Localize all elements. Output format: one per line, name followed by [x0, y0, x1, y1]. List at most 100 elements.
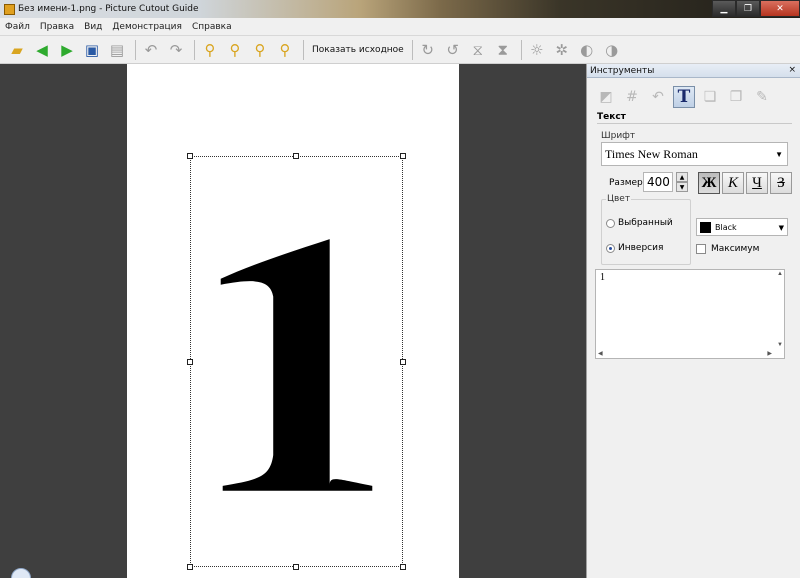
font-family-value: Times New Roman: [605, 146, 698, 161]
toolbar-separator: [520, 39, 522, 60]
paste-tool-icon[interactable]: ❐: [725, 86, 747, 108]
text-tool-icon[interactable]: T: [673, 86, 695, 108]
scroll-left-icon[interactable]: ◀: [598, 350, 603, 357]
size-input[interactable]: 400: [643, 172, 673, 192]
maximum-label: Максимум: [711, 244, 760, 254]
zoom-in-icon[interactable]: ⚲: [199, 39, 221, 61]
title-bar: Без имени-1.png - Picture Cutout Guide ▁…: [0, 0, 800, 18]
color-select[interactable]: Black ▼: [696, 218, 788, 236]
toolbar-separator: [303, 39, 304, 60]
brightness-icon[interactable]: ☼: [526, 39, 548, 61]
resize-handle-n[interactable]: [293, 153, 299, 159]
resize-handle-se[interactable]: [400, 564, 406, 570]
maximum-checkbox[interactable]: [696, 244, 706, 254]
text-selection-box[interactable]: [187, 153, 406, 570]
image-canvas[interactable]: [0, 64, 586, 578]
radio-inverse[interactable]: [606, 243, 615, 253]
underline-button[interactable]: Ч: [746, 172, 768, 194]
toolbar-separator: [411, 39, 413, 60]
menu-view[interactable]: Вид: [79, 22, 107, 32]
save-icon[interactable]: ▣: [81, 39, 103, 61]
text-content-input[interactable]: 1 ▲ ▼ ◀ ▶: [595, 269, 785, 359]
restore-button[interactable]: ❐: [736, 0, 760, 17]
color-group: Цвет Выбранный Инверсия: [601, 194, 691, 265]
horizontal-scrollbar[interactable]: ◀ ▶: [596, 350, 784, 358]
panel-header: Инструменты ×: [587, 64, 800, 78]
saturation-icon[interactable]: ◑: [601, 39, 623, 61]
rotate-ccw-icon[interactable]: ↺: [442, 39, 464, 61]
zoom-fit-icon[interactable]: ⚲: [249, 39, 271, 61]
undo-icon[interactable]: ↶: [140, 39, 162, 61]
section-title: Текст: [597, 112, 792, 124]
navigator-icon[interactable]: [11, 568, 31, 578]
zoom-actual-icon[interactable]: ⚲: [274, 39, 296, 61]
scroll-down-icon[interactable]: ▼: [777, 342, 783, 348]
bold-button[interactable]: Ж: [698, 172, 720, 194]
menu-file[interactable]: Файл: [0, 22, 35, 32]
tools-panel: Инструменты × ◩ # ↶ T ❏ ❐ ✎ Текст Шрифт …: [586, 64, 800, 578]
spin-up-icon[interactable]: ▲: [676, 172, 688, 182]
print-icon[interactable]: ▤: [106, 39, 128, 61]
forward-arrow-icon[interactable]: ▶: [56, 39, 78, 61]
chevron-down-icon: ▼: [775, 150, 783, 159]
spin-down-icon[interactable]: ▼: [676, 182, 688, 192]
flip-vertical-icon[interactable]: ⧖: [467, 39, 489, 61]
menu-help[interactable]: Справка: [187, 22, 237, 32]
panel-close-icon[interactable]: ×: [788, 65, 796, 75]
resize-handle-nw[interactable]: [187, 153, 193, 159]
scroll-up-icon[interactable]: ▲: [777, 271, 783, 277]
menu-demo[interactable]: Демонстрация: [107, 22, 187, 32]
scroll-right-icon[interactable]: ▶: [767, 350, 772, 357]
main-toolbar: ▰ ◀ ▶ ▣ ▤ ↶ ↷ ⚲ ⚲ ⚲ ⚲ Показать исходное …: [0, 36, 800, 64]
settings-gear-icon[interactable]: ✲: [551, 39, 573, 61]
grid-tool-icon[interactable]: #: [621, 86, 643, 108]
radio-inverse-label: Инверсия: [618, 243, 664, 253]
chevron-down-icon: ▼: [778, 224, 784, 232]
maximum-checkbox-row[interactable]: Максимум: [696, 244, 759, 254]
undo-tool-icon[interactable]: ↶: [647, 86, 669, 108]
text-object[interactable]: [191, 157, 402, 566]
radio-inverse-row[interactable]: Инверсия: [606, 243, 663, 253]
menu-edit[interactable]: Правка: [35, 22, 79, 32]
resize-handle-w[interactable]: [187, 359, 193, 365]
resize-handle-s[interactable]: [293, 564, 299, 570]
panel-title: Инструменты: [590, 65, 655, 76]
color-value: Black: [715, 222, 737, 232]
resize-handle-sw[interactable]: [187, 564, 193, 570]
image-document: [127, 64, 459, 578]
color-swatch: [700, 221, 711, 233]
flip-horizontal-icon[interactable]: ⧗: [492, 39, 514, 61]
brush-tool-icon[interactable]: ✎: [751, 86, 773, 108]
radio-selected[interactable]: [606, 218, 615, 228]
minimize-button[interactable]: ▁: [712, 0, 736, 17]
layer-tool-icon[interactable]: ❏: [699, 86, 721, 108]
show-original-button[interactable]: Показать исходное: [308, 45, 408, 55]
resize-handle-e[interactable]: [400, 359, 406, 365]
resize-handle-ne[interactable]: [400, 153, 406, 159]
italic-button[interactable]: К: [722, 172, 744, 194]
zoom-out-icon[interactable]: ⚲: [224, 39, 246, 61]
font-group-label: Шрифт: [601, 131, 636, 141]
back-arrow-icon[interactable]: ◀: [31, 39, 53, 61]
contrast-icon[interactable]: ◐: [576, 39, 598, 61]
toolbar-separator: [194, 39, 195, 60]
window-title: Без имени-1.png - Picture Cutout Guide: [18, 4, 199, 14]
font-family-select[interactable]: Times New Roman ▼: [601, 142, 788, 166]
text-content-value: 1: [600, 272, 605, 283]
app-icon: [4, 3, 15, 15]
redo-icon[interactable]: ↷: [165, 39, 187, 61]
vertical-scrollbar[interactable]: ▲ ▼: [775, 270, 784, 358]
radio-selected-label: Выбранный: [618, 218, 673, 228]
tool-selector: ◩ # ↶ T ❏ ❐ ✎: [587, 78, 800, 110]
radio-selected-row[interactable]: Выбранный: [606, 218, 673, 228]
rotate-cw-icon[interactable]: ↻: [417, 39, 439, 61]
close-button[interactable]: ✕: [760, 0, 800, 17]
toolbar-separator: [135, 39, 136, 60]
menu-bar: Файл Правка Вид Демонстрация Справка: [0, 18, 800, 36]
color-group-label: Цвет: [606, 194, 632, 204]
open-folder-icon[interactable]: ▰: [6, 39, 28, 61]
window-controls: ▁ ❐ ✕: [712, 0, 800, 17]
size-spinner[interactable]: ▲ ▼: [676, 172, 688, 192]
crop-tool-icon[interactable]: ◩: [595, 86, 617, 108]
strikethrough-button[interactable]: З: [770, 172, 792, 194]
